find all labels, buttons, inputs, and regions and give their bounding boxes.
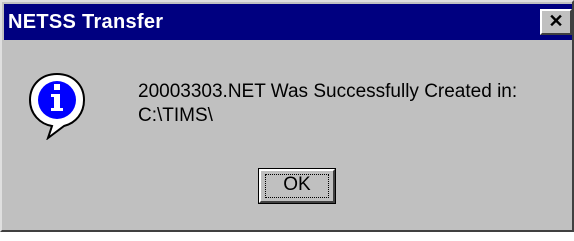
message-line-1: 20003303.NET Was Successfully Created in…	[138, 81, 518, 102]
information-icon	[28, 72, 86, 140]
message-text: 20003303.NET Was Successfully Created in…	[138, 80, 517, 128]
message-dialog: NETSS Transfer ✕ 20003303.NET Was Succes…	[0, 0, 574, 232]
ok-button[interactable]: OK	[256, 166, 338, 206]
message-line-2: C:\TIMS\	[138, 105, 213, 126]
ok-button-label: OK	[283, 174, 311, 195]
window-title: NETSS Transfer	[8, 11, 164, 33]
close-icon: ✕	[548, 11, 564, 31]
close-button[interactable]: ✕	[540, 9, 572, 35]
title-bar[interactable]: NETSS Transfer ✕	[4, 4, 572, 40]
